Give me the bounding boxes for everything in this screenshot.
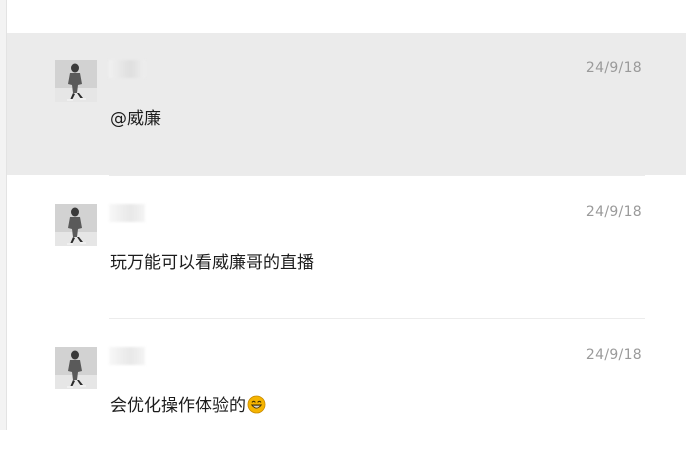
list-top-strip <box>7 0 686 32</box>
message-timestamp: 24/9/18 <box>585 204 642 220</box>
message-item[interactable]: 24/9/18 玩万能可以看威廉哥的直播 <box>7 177 686 319</box>
sender-name-redacted <box>109 60 145 78</box>
message-list: 24/9/18 @威廉 24/9/18 玩万能可以看威廉哥的直播 24/9/18… <box>7 0 686 430</box>
message-text: 会优化操作体验的 <box>110 396 246 416</box>
message-item[interactable]: 24/9/18 会优化操作体验的 <box>7 320 686 462</box>
message-divider <box>109 318 645 319</box>
message-divider <box>109 175 645 176</box>
grinning-face-emoji-icon <box>247 395 266 414</box>
sender-name-redacted <box>109 347 145 365</box>
message-item[interactable]: 24/9/18 @威廉 <box>7 33 686 175</box>
message-text: @威廉 <box>110 109 161 129</box>
avatar[interactable] <box>55 204 97 246</box>
sender-name-redacted <box>109 204 145 222</box>
message-timestamp: 24/9/18 <box>585 60 642 76</box>
message-timestamp: 24/9/18 <box>585 347 642 363</box>
message-text-container: 会优化操作体验的 <box>110 391 266 416</box>
avatar[interactable] <box>55 60 97 102</box>
window-left-edge <box>0 0 7 430</box>
message-text: 玩万能可以看威廉哥的直播 <box>110 253 314 273</box>
avatar[interactable] <box>55 347 97 389</box>
